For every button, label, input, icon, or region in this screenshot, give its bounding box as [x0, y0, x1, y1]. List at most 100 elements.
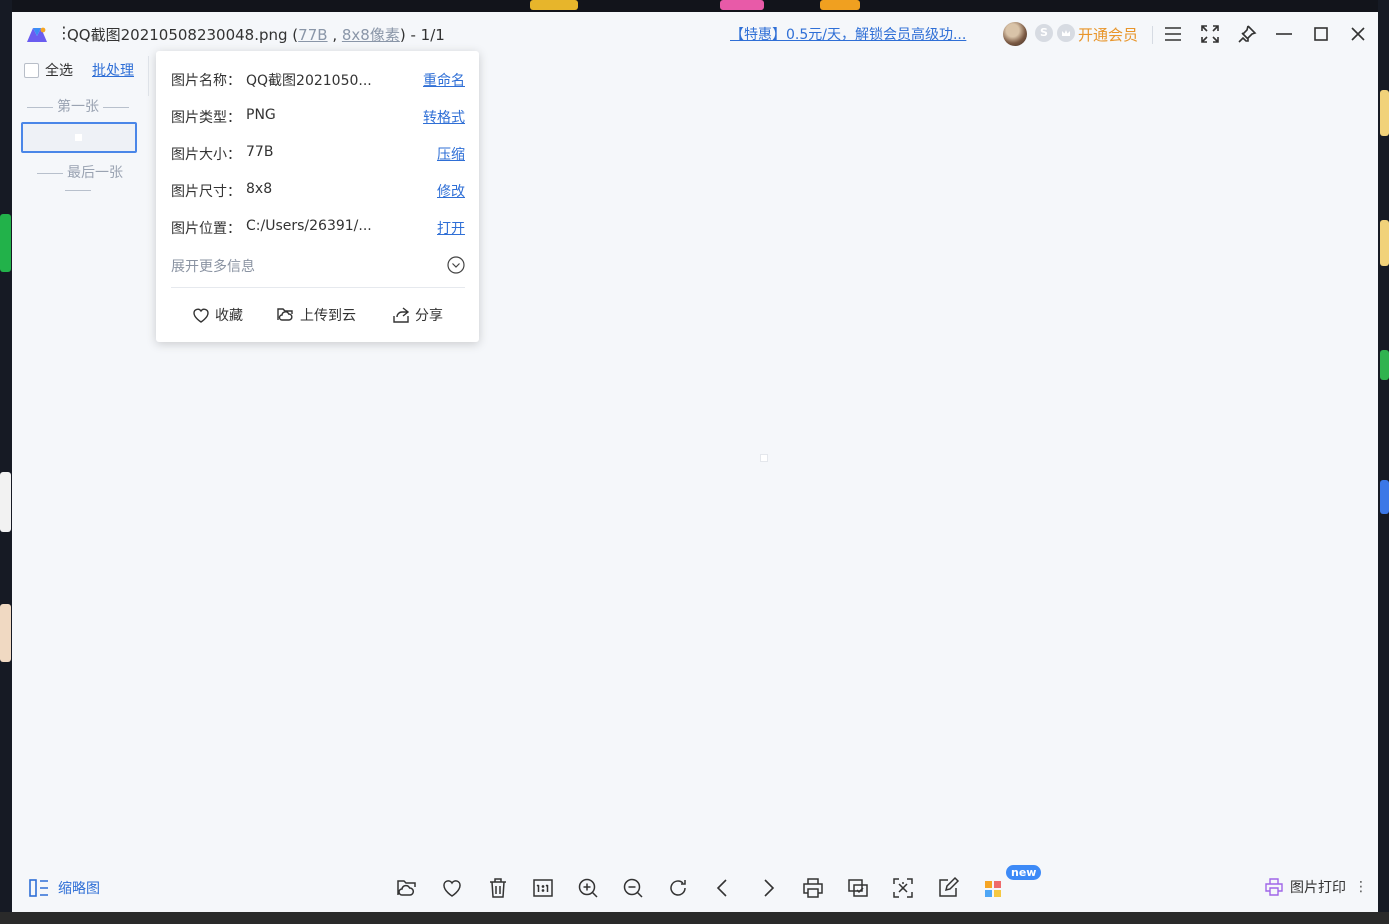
image-print-button[interactable]: 图片打印 ⋮	[1264, 877, 1368, 897]
screenshot-button[interactable]	[846, 876, 870, 900]
desktop-icon	[720, 0, 764, 10]
maximize-button[interactable]	[1310, 23, 1332, 45]
previous-button[interactable]	[711, 876, 735, 900]
displayed-image[interactable]	[760, 454, 768, 462]
cloud-folder-icon	[277, 308, 293, 321]
menu-button[interactable]	[1162, 23, 1184, 45]
share-label: 分享	[415, 308, 443, 324]
info-label: 图片名称：	[171, 73, 241, 89]
edit-button[interactable]	[936, 876, 960, 900]
file-size-link[interactable]: 77B	[298, 26, 327, 44]
divider	[1152, 26, 1153, 44]
title-comma: ,	[327, 26, 342, 44]
desktop-icon	[1380, 220, 1389, 266]
minimize-button[interactable]	[1273, 23, 1295, 45]
zoom-out-button[interactable]	[621, 876, 645, 900]
close-button[interactable]	[1347, 23, 1369, 45]
print-icon	[803, 878, 823, 898]
menu-icon	[1165, 27, 1181, 41]
info-row-location: 图片位置： C:/Users/26391/... 打开	[171, 218, 465, 238]
fullscreen-button[interactable]	[1199, 23, 1221, 45]
info-row-type: 图片类型： PNG 转格式	[171, 107, 465, 127]
page-counter: ) - 1/1	[399, 26, 445, 44]
maximize-icon	[1314, 27, 1328, 41]
favorite-label: 收藏	[215, 308, 243, 324]
desktop-icon	[530, 0, 578, 10]
rename-link[interactable]: 重命名	[423, 70, 465, 90]
edit-icon	[939, 876, 960, 897]
thumbnail-item[interactable]	[21, 122, 137, 153]
share-button[interactable]: 分享	[391, 305, 443, 325]
avatar[interactable]	[1003, 22, 1027, 46]
modify-link[interactable]: 修改	[437, 181, 465, 201]
expand-more-info[interactable]: 展开更多信息	[171, 256, 465, 276]
divider	[171, 287, 465, 288]
more-info-label: 展开更多信息	[171, 259, 255, 275]
desktop-icon	[0, 214, 11, 272]
dimensions-link[interactable]: 8x8像素	[342, 26, 400, 44]
desktop-icon	[0, 472, 11, 532]
thumbnail-image	[75, 134, 82, 141]
info-value: PNG	[246, 107, 276, 123]
desktop-icon	[0, 604, 11, 662]
info-value: QQ截图2021050...	[246, 73, 372, 89]
close-icon	[1351, 27, 1365, 41]
image-viewer-window: ⋮ QQ截图20210508230048.png (77B , 8x8像素) -…	[12, 12, 1378, 912]
select-all-label: 全选	[45, 63, 73, 79]
info-value: C:/Users/26391/...	[246, 218, 372, 234]
desktop-bottom-strip	[0, 912, 1389, 924]
print-tool-button[interactable]	[801, 876, 825, 900]
convert-format-link[interactable]: 转格式	[423, 107, 465, 127]
crown-badge-icon	[1057, 24, 1075, 42]
desktop-icon	[1380, 480, 1389, 514]
info-row-name: 图片名称： QQ截图2021050... 重命名	[171, 70, 465, 90]
s-badge-icon: S	[1035, 24, 1053, 42]
title-bar: ⋮ QQ截图20210508230048.png (77B , 8x8像素) -…	[12, 12, 1378, 56]
desktop-icon	[820, 0, 860, 10]
select-all-checkbox[interactable]: 全选	[24, 60, 73, 80]
chevron-down-circle-icon	[447, 256, 465, 274]
info-label: 图片类型：	[171, 110, 241, 126]
actual-size-icon	[533, 879, 553, 897]
zoom-in-button[interactable]	[576, 876, 600, 900]
screenshot-icon	[848, 879, 868, 897]
favorite-tool-button[interactable]	[440, 876, 464, 900]
vip-button[interactable]: 开通会员	[1078, 24, 1138, 45]
logo-icon	[27, 27, 47, 42]
ocr-button[interactable]	[891, 876, 915, 900]
promo-link[interactable]: 【特惠】0.5元/天，解锁会员高级功...	[730, 24, 966, 44]
heart-icon	[193, 308, 209, 323]
next-button[interactable]	[756, 876, 780, 900]
batch-process-link[interactable]: 批处理	[92, 60, 134, 80]
apps-button[interactable]	[981, 876, 1005, 900]
more-options-icon[interactable]: ⋮	[1354, 879, 1368, 895]
pin-button[interactable]	[1236, 23, 1258, 45]
last-image-label: 最后一张	[21, 162, 135, 198]
desktop-icon	[1380, 90, 1389, 136]
info-row-dimensions: 图片尺寸： 8x8 修改	[171, 181, 465, 201]
open-folder-button[interactable]	[395, 876, 419, 900]
first-image-label: 第一张	[21, 96, 135, 116]
desktop-right-strip	[1378, 0, 1389, 924]
desktop-icon	[1380, 350, 1389, 380]
prev-icon	[716, 879, 727, 897]
rotate-icon	[670, 880, 686, 896]
favorite-button[interactable]: 收藏	[191, 305, 243, 325]
compress-link[interactable]: 压缩	[437, 144, 465, 164]
upload-label: 上传到云	[300, 308, 356, 324]
file-name: QQ截图20210508230048.png (	[67, 26, 299, 44]
delete-button[interactable]	[486, 876, 510, 900]
thumbnails-toggle[interactable]: 缩略图	[28, 877, 100, 899]
fullscreen-icon	[1201, 25, 1219, 43]
checkbox[interactable]	[24, 62, 39, 78]
heart-icon	[443, 880, 461, 897]
new-badge: new	[1006, 865, 1042, 880]
info-label: 图片位置：	[171, 221, 241, 237]
open-location-link[interactable]: 打开	[437, 218, 465, 238]
upload-cloud-button[interactable]: 上传到云	[276, 305, 356, 325]
actual-size-button[interactable]	[531, 876, 555, 900]
rotate-button[interactable]	[666, 876, 690, 900]
delete-icon	[490, 878, 506, 898]
info-label: 图片大小：	[171, 147, 241, 163]
pin-icon	[1238, 25, 1257, 43]
